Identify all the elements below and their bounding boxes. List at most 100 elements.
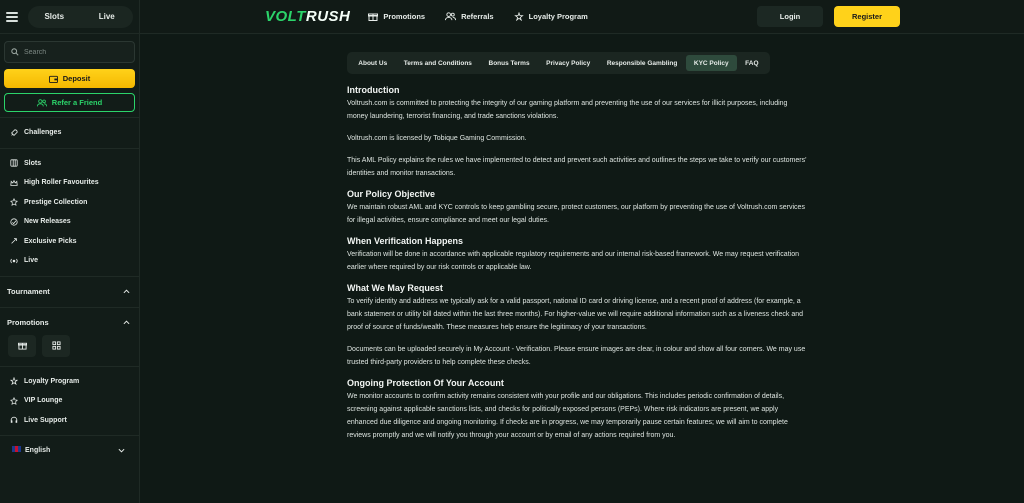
divider <box>0 117 139 118</box>
sidebar-item-exclusive-picks[interactable]: Exclusive Picks <box>0 232 139 252</box>
header-nav-loyalty-program[interactable]: Loyalty Program <box>513 12 588 21</box>
tab-responsible-gambling[interactable]: Responsible Gambling <box>599 55 686 71</box>
sidebar-item-vip-lounge[interactable]: VIP Lounge <box>0 391 139 411</box>
headset-icon <box>10 417 18 424</box>
sidebar-item-label: Live <box>24 257 39 265</box>
toggle-live[interactable]: Live <box>81 6 134 28</box>
logo-rush: RUSH <box>305 8 351 25</box>
slots-icon <box>10 159 18 167</box>
language-current: English <box>12 446 50 454</box>
deposit-label: Deposit <box>62 74 91 83</box>
divider <box>0 435 139 436</box>
new-icon <box>10 218 18 226</box>
section-heading-objective: Our Policy Objective <box>347 189 436 199</box>
toggle-slots[interactable]: Slots <box>28 6 81 28</box>
crown-icon <box>10 179 18 186</box>
tab-terms-and-conditions[interactable]: Terms and Conditions <box>395 55 480 71</box>
sidebar-item-live-support[interactable]: Live Support <box>0 411 139 431</box>
paragraph: Verification will be done in accordance … <box>347 251 799 271</box>
sidebar-item-label: High Roller Favourites <box>24 179 99 187</box>
language-label: English <box>25 447 51 454</box>
policy-tabs: About Us Terms and Conditions Bonus Term… <box>347 52 770 74</box>
chevron-up-icon <box>123 320 130 325</box>
search-input[interactable] <box>24 48 124 56</box>
header-nav-promotions[interactable]: Promotions <box>368 12 425 21</box>
divider <box>0 275 139 277</box>
section-label: Promotions <box>7 318 49 327</box>
sidebar-item-high-roller-favourites[interactable]: High Roller Favourites <box>0 173 139 193</box>
tab-bonus-terms[interactable]: Bonus Terms <box>480 55 538 71</box>
tab-faq[interactable]: FAQ <box>737 55 767 71</box>
paragraph: This AML Policy explains the rules we ha… <box>347 157 807 177</box>
logo-volt: VOLT <box>265 8 306 25</box>
star-icon <box>10 198 18 207</box>
section-heading-verification: When Verification Happens <box>347 236 464 246</box>
rocket-icon <box>11 129 18 136</box>
sidebar-item-label: VIP Lounge <box>24 397 63 405</box>
pick-icon <box>11 238 17 244</box>
section-label: Tournament <box>7 287 50 296</box>
top-header: VOLTRUSH Promotions Referrals Loyalty Pr… <box>140 0 1024 34</box>
paragraph: We maintain robust AML and KYC controls … <box>347 204 805 224</box>
sidebar-item-label: Challenges <box>24 129 62 137</box>
refer-a-friend-button[interactable]: Refer a Friend <box>4 93 135 112</box>
sidebar-item-loyalty-program[interactable]: Loyalty Program <box>0 372 139 392</box>
chevron-up-icon <box>123 289 130 294</box>
sidebar-item-label: Exclusive Picks <box>24 237 77 245</box>
search-icon <box>11 48 19 56</box>
menu-icon[interactable] <box>6 11 18 22</box>
promotion-shortcuts <box>0 333 139 361</box>
section-heading-ongoing: Ongoing Protection Of Your Account <box>347 378 504 388</box>
tab-about-us[interactable]: About Us <box>350 55 395 71</box>
sidebar-top: Slots Live <box>0 0 139 34</box>
section-heading-introduction: Introduction <box>347 85 400 95</box>
sidebar-section-promotions[interactable]: Promotions <box>0 313 139 333</box>
divider <box>0 365 139 367</box>
search-box[interactable] <box>4 41 135 63</box>
header-nav-label: Loyalty Program <box>528 12 588 21</box>
sidebar-item-slots[interactable]: Slots <box>0 154 139 174</box>
logo[interactable]: VOLTRUSH <box>265 8 350 25</box>
sidebar-item-label: Prestige Collection <box>24 198 88 206</box>
deposit-button[interactable]: Deposit <box>4 69 135 88</box>
header-nav-referrals[interactable]: Referrals <box>445 12 494 21</box>
gift-icon[interactable] <box>8 334 36 357</box>
register-button[interactable]: Register <box>834 6 900 27</box>
loyalty-icon <box>513 12 524 21</box>
tab-privacy-policy[interactable]: Privacy Policy <box>538 55 599 71</box>
language-selector[interactable]: English <box>0 441 139 459</box>
sidebar-section-tournament[interactable]: Tournament <box>0 282 139 302</box>
promotions-icon <box>368 13 379 21</box>
section-heading-request: What We May Request <box>347 283 443 293</box>
loyalty-icon <box>10 377 18 386</box>
refer-label: Refer a Friend <box>51 98 103 107</box>
header-nav-label: Promotions <box>383 12 426 21</box>
paragraph: We monitor accounts to confirm activity … <box>347 393 788 439</box>
tab-kyc-policy[interactable]: KYC Policy <box>685 55 737 71</box>
sidebar-item-label: New Releases <box>24 218 71 226</box>
sidebar-item-new-releases[interactable]: New Releases <box>0 212 139 232</box>
slots-live-toggle: Slots Live <box>28 5 134 28</box>
sidebar-item-prestige-collection[interactable]: Prestige Collection <box>0 193 139 213</box>
login-button[interactable]: Login <box>757 6 823 27</box>
chevron-down-icon <box>118 448 125 453</box>
policy-article: Introduction Voltrush.com is committed t… <box>347 83 807 442</box>
sidebar-item-label: Loyalty Program <box>24 377 80 385</box>
divider <box>0 147 139 149</box>
sidebar-item-label: Live Support <box>24 416 67 424</box>
sidebar: Slots Live Deposit Refer a Friend Challe… <box>0 0 140 503</box>
paragraph: Documents can be uploaded securely in My… <box>347 346 806 366</box>
sidebar-item-challenges[interactable]: Challenges <box>0 123 139 143</box>
header-nav: Promotions Referrals Loyalty Program <box>368 12 588 21</box>
users-icon <box>36 98 47 106</box>
paragraph: Voltrush.com is committed to protecting … <box>347 100 788 120</box>
grid-icon[interactable] <box>42 334 70 357</box>
sidebar-item-live[interactable]: Live <box>0 251 139 271</box>
